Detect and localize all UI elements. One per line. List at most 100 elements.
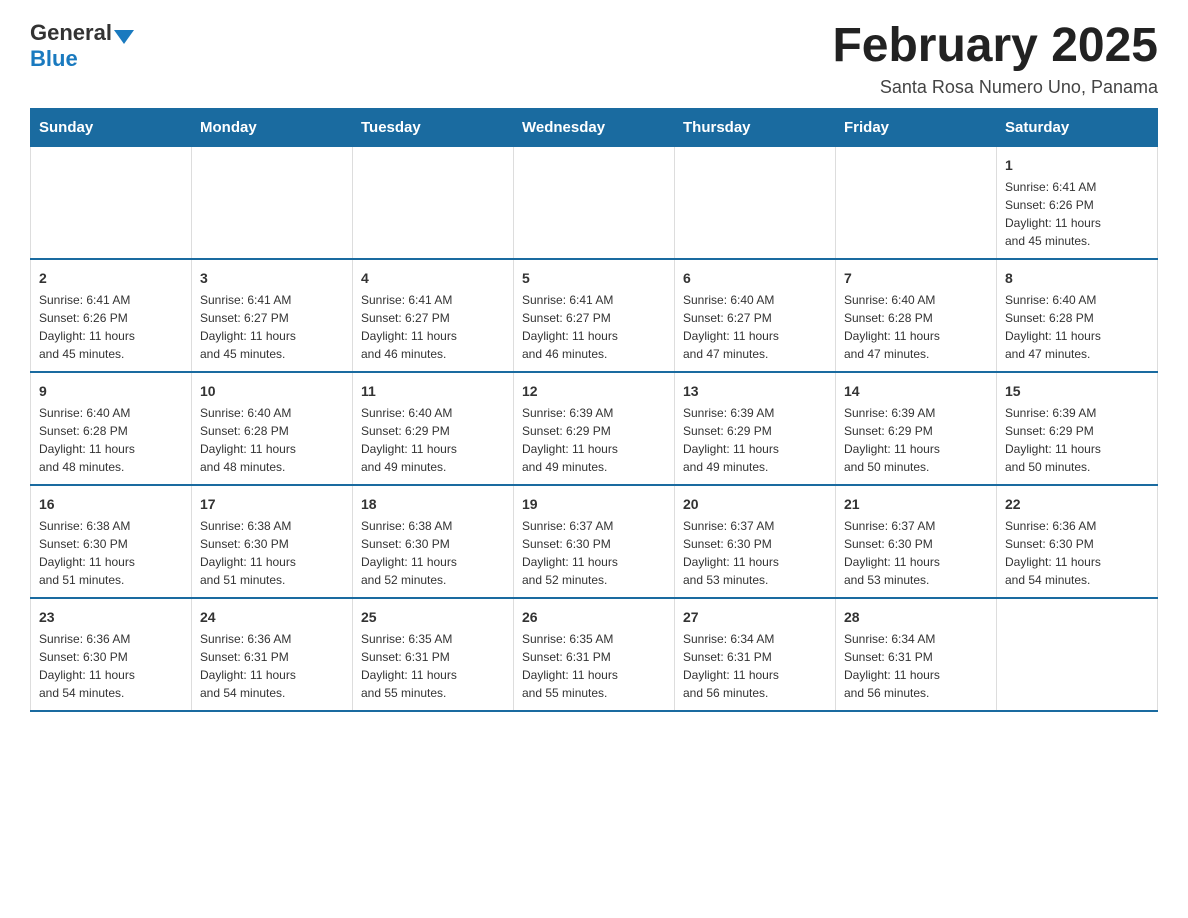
calendar-day-cell: 5Sunrise: 6:41 AM Sunset: 6:27 PM Daylig… [514, 259, 675, 372]
day-number: 7 [844, 268, 988, 289]
calendar-day-cell: 11Sunrise: 6:40 AM Sunset: 6:29 PM Dayli… [353, 372, 514, 485]
day-number: 10 [200, 381, 344, 402]
calendar-day-cell: 6Sunrise: 6:40 AM Sunset: 6:27 PM Daylig… [675, 259, 836, 372]
day-info: Sunrise: 6:34 AM Sunset: 6:31 PM Dayligh… [844, 630, 988, 702]
day-info: Sunrise: 6:37 AM Sunset: 6:30 PM Dayligh… [683, 517, 827, 589]
calendar-day-cell: 21Sunrise: 6:37 AM Sunset: 6:30 PM Dayli… [836, 485, 997, 598]
day-info: Sunrise: 6:40 AM Sunset: 6:28 PM Dayligh… [200, 404, 344, 476]
day-info: Sunrise: 6:36 AM Sunset: 6:30 PM Dayligh… [39, 630, 183, 702]
calendar-week-row: 9 Sunrise: 6:40 AM Sunset: 6:28 PM Daylig… [31, 372, 1158, 485]
calendar-day-cell: 4Sunrise: 6:41 AM Sunset: 6:27 PM Daylig… [353, 259, 514, 372]
day-number: 22 [1005, 494, 1149, 515]
day-number: 12 [522, 381, 666, 402]
calendar-day-cell: 26Sunrise: 6:35 AM Sunset: 6:31 PM Dayli… [514, 598, 675, 711]
day-number: 13 [683, 381, 827, 402]
calendar-day-cell: 20Sunrise: 6:37 AM Sunset: 6:30 PM Dayli… [675, 485, 836, 598]
logo: General Blue [30, 20, 136, 72]
calendar-day-cell: 9Sunrise: 6:40 AM Sunset: 6:28 PM Daylig… [31, 372, 192, 485]
calendar-day-cell: 15Sunrise: 6:39 AM Sunset: 6:29 PM Dayli… [997, 372, 1158, 485]
calendar-day-cell [192, 146, 353, 259]
day-info: Sunrise: 6:39 AM Sunset: 6:29 PM Dayligh… [844, 404, 988, 476]
calendar-day-cell: 27Sunrise: 6:34 AM Sunset: 6:31 PM Dayli… [675, 598, 836, 711]
day-info: Sunrise: 6:41 AM Sunset: 6:27 PM Dayligh… [361, 291, 505, 363]
calendar-week-row: 1Sunrise: 6:41 AM Sunset: 6:26 PM Daylig… [31, 146, 1158, 259]
day-number: 23 [39, 607, 183, 628]
calendar-day-cell: 22Sunrise: 6:36 AM Sunset: 6:30 PM Dayli… [997, 485, 1158, 598]
day-info: Sunrise: 6:39 AM Sunset: 6:29 PM Dayligh… [683, 404, 827, 476]
day-number: 1 [1005, 155, 1149, 176]
day-number: 17 [200, 494, 344, 515]
calendar-week-row: 16Sunrise: 6:38 AM Sunset: 6:30 PM Dayli… [31, 485, 1158, 598]
calendar-day-cell [675, 146, 836, 259]
calendar-day-cell: 17Sunrise: 6:38 AM Sunset: 6:30 PM Dayli… [192, 485, 353, 598]
calendar-day-cell: 24Sunrise: 6:36 AM Sunset: 6:31 PM Dayli… [192, 598, 353, 711]
day-info: Sunrise: 6:40 AM Sunset: 6:29 PM Dayligh… [361, 404, 505, 476]
day-info: Sunrise: 6:41 AM Sunset: 6:27 PM Dayligh… [200, 291, 344, 363]
day-info: Sunrise: 6:36 AM Sunset: 6:30 PM Dayligh… [1005, 517, 1149, 589]
day-number: 8 [1005, 268, 1149, 289]
calendar-day-cell [836, 146, 997, 259]
day-info: Sunrise: 6:38 AM Sunset: 6:30 PM Dayligh… [39, 517, 183, 589]
calendar-day-cell: 18Sunrise: 6:38 AM Sunset: 6:30 PM Dayli… [353, 485, 514, 598]
calendar-week-row: 2Sunrise: 6:41 AM Sunset: 6:26 PM Daylig… [31, 259, 1158, 372]
day-number: 27 [683, 607, 827, 628]
day-info: Sunrise: 6:39 AM Sunset: 6:29 PM Dayligh… [522, 404, 666, 476]
day-info: Sunrise: 6:37 AM Sunset: 6:30 PM Dayligh… [844, 517, 988, 589]
calendar-day-cell: 1Sunrise: 6:41 AM Sunset: 6:26 PM Daylig… [997, 146, 1158, 259]
logo-general-text: General [30, 20, 112, 46]
day-number: 26 [522, 607, 666, 628]
calendar-day-cell: 19Sunrise: 6:37 AM Sunset: 6:30 PM Dayli… [514, 485, 675, 598]
day-number: 11 [361, 381, 505, 402]
calendar-day-cell [31, 146, 192, 259]
logo-blue-text: Blue [30, 46, 78, 71]
calendar-day-cell [514, 146, 675, 259]
day-info: Sunrise: 6:37 AM Sunset: 6:30 PM Dayligh… [522, 517, 666, 589]
day-number: 9 [39, 381, 183, 402]
day-number: 25 [361, 607, 505, 628]
day-number: 5 [522, 268, 666, 289]
day-number: 24 [200, 607, 344, 628]
day-of-week-header: Sunday [31, 108, 192, 146]
day-info: Sunrise: 6:34 AM Sunset: 6:31 PM Dayligh… [683, 630, 827, 702]
calendar-day-cell [353, 146, 514, 259]
day-info: Sunrise: 6:38 AM Sunset: 6:30 PM Dayligh… [200, 517, 344, 589]
day-info: Sunrise: 6:38 AM Sunset: 6:30 PM Dayligh… [361, 517, 505, 589]
logo-arrow-icon [114, 30, 134, 44]
day-of-week-header: Tuesday [353, 108, 514, 146]
day-number: 6 [683, 268, 827, 289]
day-info: Sunrise: 6:40 AM Sunset: 6:28 PM Dayligh… [1005, 291, 1149, 363]
day-number: 14 [844, 381, 988, 402]
day-info: Sunrise: 6:35 AM Sunset: 6:31 PM Dayligh… [361, 630, 505, 702]
calendar-day-cell: 16Sunrise: 6:38 AM Sunset: 6:30 PM Dayli… [31, 485, 192, 598]
calendar-table: SundayMondayTuesdayWednesdayThursdayFrid… [30, 108, 1158, 712]
page-header: General Blue February 2025 Santa Rosa Nu… [30, 20, 1158, 98]
calendar-day-cell: 13Sunrise: 6:39 AM Sunset: 6:29 PM Dayli… [675, 372, 836, 485]
day-info: Sunrise: 6:35 AM Sunset: 6:31 PM Dayligh… [522, 630, 666, 702]
day-number: 3 [200, 268, 344, 289]
calendar-day-cell: 12Sunrise: 6:39 AM Sunset: 6:29 PM Dayli… [514, 372, 675, 485]
location-subtitle: Santa Rosa Numero Uno, Panama [832, 77, 1158, 98]
day-info: Sunrise: 6:39 AM Sunset: 6:29 PM Dayligh… [1005, 404, 1149, 476]
day-of-week-header: Monday [192, 108, 353, 146]
calendar-day-cell: 14Sunrise: 6:39 AM Sunset: 6:29 PM Dayli… [836, 372, 997, 485]
calendar-day-cell: 7Sunrise: 6:40 AM Sunset: 6:28 PM Daylig… [836, 259, 997, 372]
day-info: Sunrise: 6:36 AM Sunset: 6:31 PM Dayligh… [200, 630, 344, 702]
calendar-day-cell [997, 598, 1158, 711]
month-title: February 2025 [832, 20, 1158, 73]
day-number: 21 [844, 494, 988, 515]
day-info: Sunrise: 6:41 AM Sunset: 6:26 PM Dayligh… [1005, 178, 1149, 250]
calendar-week-row: 23Sunrise: 6:36 AM Sunset: 6:30 PM Dayli… [31, 598, 1158, 711]
day-number: 4 [361, 268, 505, 289]
day-number: 18 [361, 494, 505, 515]
day-number: 20 [683, 494, 827, 515]
day-of-week-header: Wednesday [514, 108, 675, 146]
day-of-week-header: Saturday [997, 108, 1158, 146]
calendar-day-cell: 25Sunrise: 6:35 AM Sunset: 6:31 PM Dayli… [353, 598, 514, 711]
day-info: Sunrise: 6:40 AM Sunset: 6:28 PM Dayligh… [844, 291, 988, 363]
day-of-week-header: Friday [836, 108, 997, 146]
day-info: Sunrise: 6:41 AM Sunset: 6:26 PM Dayligh… [39, 291, 183, 363]
calendar-day-cell: 23Sunrise: 6:36 AM Sunset: 6:30 PM Dayli… [31, 598, 192, 711]
day-info: Sunrise: 6:41 AM Sunset: 6:27 PM Dayligh… [522, 291, 666, 363]
calendar-day-cell: 10Sunrise: 6:40 AM Sunset: 6:28 PM Dayli… [192, 372, 353, 485]
day-number: 15 [1005, 381, 1149, 402]
